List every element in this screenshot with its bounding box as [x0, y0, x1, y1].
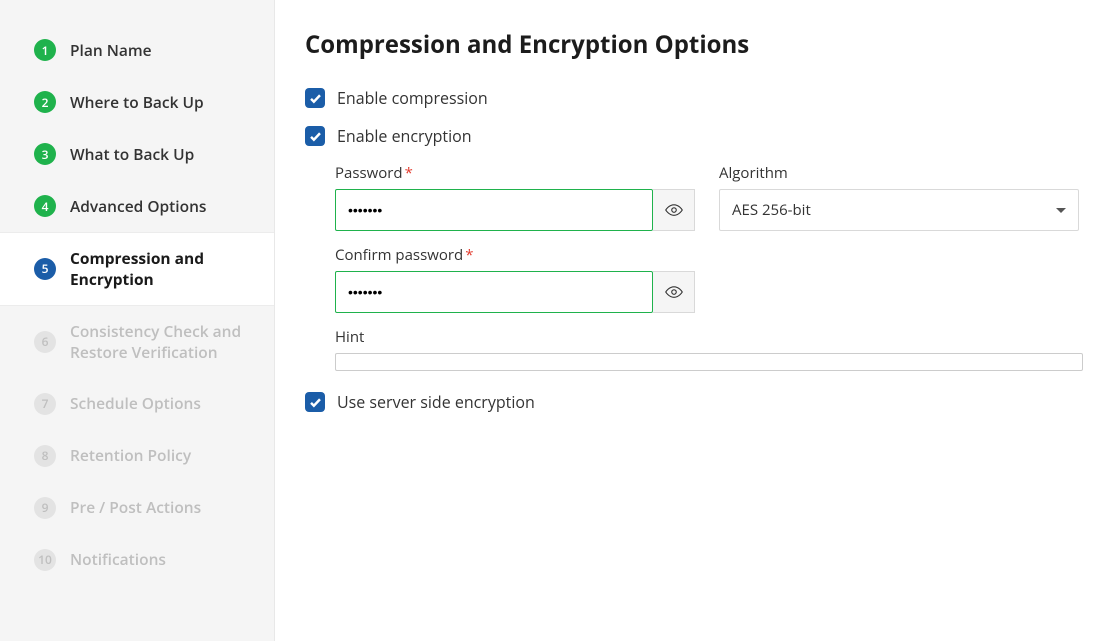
required-asterisk: *	[465, 245, 473, 265]
server-side-encryption-row: Use server side encryption	[305, 391, 1083, 413]
step-number-badge: 7	[34, 393, 56, 415]
sidebar-step-10[interactable]: 10 Notifications	[0, 534, 274, 586]
reveal-password-button[interactable]	[653, 189, 695, 231]
password-input[interactable]	[335, 189, 653, 231]
server-side-encryption-checkbox[interactable]	[305, 392, 325, 412]
step-label: What to Back Up	[70, 144, 194, 165]
server-side-encryption-label: Use server side encryption	[337, 391, 535, 413]
enable-compression-checkbox[interactable]	[305, 88, 325, 108]
sidebar-step-6[interactable]: 6 Consistency Check and Restore Verificat…	[0, 306, 274, 378]
password-label-text: Password	[335, 163, 403, 183]
hint-input[interactable]	[335, 353, 1083, 371]
step-number-badge: 5	[34, 258, 56, 280]
required-asterisk: *	[405, 163, 413, 183]
confirm-password-label: Confirm password*	[335, 245, 695, 265]
sidebar-step-8[interactable]: 8 Retention Policy	[0, 430, 274, 482]
step-label: Retention Policy	[70, 445, 191, 466]
sidebar-step-1[interactable]: 1 Plan Name	[0, 24, 274, 76]
algorithm-field: Algorithm AES 256-bit	[719, 163, 1079, 231]
step-number-badge: 10	[34, 549, 56, 571]
hint-label: Hint	[335, 327, 1083, 347]
check-icon	[309, 130, 322, 143]
step-label: Pre / Post Actions	[70, 497, 201, 518]
step-label: Compression and Encryption	[70, 248, 240, 290]
step-label: Schedule Options	[70, 393, 201, 414]
step-label: Advanced Options	[70, 196, 206, 217]
eye-icon	[665, 201, 683, 219]
algorithm-value: AES 256-bit	[732, 200, 811, 220]
main-content: Compression and Encryption Options Enabl…	[275, 0, 1113, 641]
sidebar-step-7[interactable]: 7 Schedule Options	[0, 378, 274, 430]
step-number-badge: 2	[34, 91, 56, 113]
eye-icon	[665, 283, 683, 301]
step-label: Where to Back Up	[70, 92, 204, 113]
step-number-badge: 1	[34, 39, 56, 61]
enable-encryption-label: Enable encryption	[337, 125, 472, 147]
check-icon	[309, 92, 322, 105]
password-field: Password*	[335, 163, 695, 231]
enable-encryption-row: Enable encryption	[305, 125, 1083, 147]
algorithm-select[interactable]: AES 256-bit	[719, 189, 1079, 231]
hint-field: Hint	[335, 327, 1083, 371]
step-number-badge: 4	[34, 195, 56, 217]
step-label: Plan Name	[70, 40, 152, 61]
sidebar-step-4[interactable]: 4 Advanced Options	[0, 180, 274, 232]
step-number-badge: 6	[34, 331, 56, 353]
sidebar-step-5[interactable]: 5 Compression and Encryption	[0, 232, 274, 306]
enable-compression-label: Enable compression	[337, 87, 488, 109]
password-label: Password*	[335, 163, 695, 183]
algorithm-label: Algorithm	[719, 163, 1079, 183]
chevron-down-icon	[1056, 208, 1066, 213]
confirm-password-field: Confirm password*	[335, 245, 695, 313]
sidebar-step-9[interactable]: 9 Pre / Post Actions	[0, 482, 274, 534]
step-label: Notifications	[70, 549, 166, 570]
enable-encryption-checkbox[interactable]	[305, 126, 325, 146]
step-label: Consistency Check and Restore Verificati…	[70, 321, 262, 363]
confirm-password-input[interactable]	[335, 271, 653, 313]
sidebar-step-2[interactable]: 2 Where to Back Up	[0, 76, 274, 128]
enable-compression-row: Enable compression	[305, 87, 1083, 109]
wizard-sidebar: 1 Plan Name 2 Where to Back Up 3 What to Back…	[0, 0, 275, 641]
step-number-badge: 8	[34, 445, 56, 467]
page-title: Compression and Encryption Options	[305, 28, 1083, 61]
check-icon	[309, 396, 322, 409]
sidebar-step-3[interactable]: 3 What to Back Up	[0, 128, 274, 180]
reveal-confirm-password-button[interactable]	[653, 271, 695, 313]
step-number-badge: 3	[34, 143, 56, 165]
confirm-password-label-text: Confirm password	[335, 245, 463, 265]
step-number-badge: 9	[34, 497, 56, 519]
